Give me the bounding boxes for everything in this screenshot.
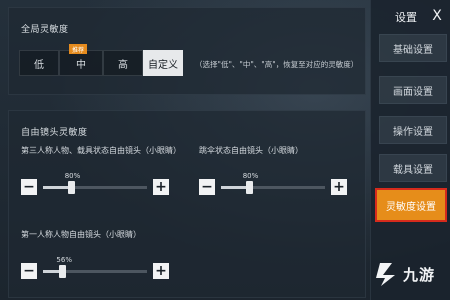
first-person-value: 56% <box>56 256 72 264</box>
sidebar-item-sensitivity-settings[interactable]: 灵敏度设置 <box>375 188 447 222</box>
parachute-slider-thumb[interactable] <box>245 181 253 194</box>
third-person-free-camera-label: 第三人称人物、载具状态自由镜头（小眼睛） <box>21 146 181 155</box>
free-camera-title: 自由镜头灵敏度 <box>21 128 88 138</box>
first-person-slider-track[interactable]: 56% <box>43 256 147 278</box>
third-person-slider-track[interactable]: 80% <box>43 172 147 194</box>
parachute-minus-button[interactable]: − <box>199 179 215 195</box>
preset-custom-button[interactable]: 自定义 <box>143 50 183 76</box>
preset-high-button[interactable]: 高 <box>103 50 143 76</box>
parachute-slider-track[interactable]: 80% <box>221 172 325 194</box>
preset-medium-button[interactable]: 推荐 中 <box>59 44 103 76</box>
first-person-minus-button[interactable]: − <box>21 263 37 279</box>
first-person-slider-thumb[interactable] <box>59 265 67 278</box>
sidebar-item-basic-settings[interactable]: 基础设置 <box>379 34 447 62</box>
watermark: 九游 <box>371 256 435 292</box>
close-button[interactable]: X <box>427 6 447 26</box>
preset-medium-label: 中 <box>76 59 86 71</box>
sidebar-item-graphics-settings[interactable]: 画面设置 <box>379 76 447 104</box>
sensitivity-preset-group: 低 推荐 中 高 自定义 <box>19 44 183 76</box>
settings-title: 设置 <box>395 11 417 24</box>
global-sensitivity-title: 全局灵敏度 <box>21 25 69 35</box>
sidebar-item-vehicle-settings[interactable]: 载具设置 <box>379 154 447 182</box>
third-person-minus-button[interactable]: − <box>21 179 37 195</box>
global-sensitivity-panel: 全局灵敏度 低 推荐 中 高 自定义 （选择"低"、"中"、"高"，恢复至对应的… <box>8 7 366 95</box>
parachute-value: 80% <box>242 172 259 180</box>
third-person-free-camera-slider: − 80% + <box>21 172 171 197</box>
free-camera-panel: 自由镜头灵敏度 第三人称人物、载具状态自由镜头（小眼睛） − 80% + 跳伞状… <box>8 110 366 298</box>
preset-high-label: 高 <box>118 59 128 71</box>
settings-sidebar: 设置 X 基础设置 画面设置 操作设置 载具设置 灵敏度设置 <box>370 0 450 300</box>
sidebar-item-controls-settings[interactable]: 操作设置 <box>379 116 447 144</box>
first-person-free-camera-label: 第一人称人物自由镜头（小眼睛） <box>21 230 141 239</box>
third-person-slider-fill <box>43 186 71 189</box>
third-person-slider-thumb[interactable] <box>67 181 75 194</box>
preset-low-button[interactable]: 低 <box>19 50 59 76</box>
third-person-value: 80% <box>64 172 81 180</box>
first-person-plus-button[interactable]: + <box>153 263 169 279</box>
jiuyou-logo-icon <box>376 263 395 286</box>
third-person-plus-button[interactable]: + <box>153 179 169 195</box>
recommended-tag: 推荐 <box>69 44 87 54</box>
game-settings-screen: 全局灵敏度 低 推荐 中 高 自定义 （选择"低"、"中"、"高"，恢复至对应的… <box>0 0 450 300</box>
parachute-slider-fill <box>221 186 249 189</box>
parachute-free-camera-slider: − 80% + <box>199 172 349 197</box>
preset-custom-label: 自定义 <box>148 59 178 71</box>
parachute-free-camera-label: 跳伞状态自由镜头（小眼睛） <box>199 146 303 155</box>
preset-low-label: 低 <box>34 59 44 71</box>
parachute-plus-button[interactable]: + <box>331 179 347 195</box>
first-person-free-camera-slider: − 56% + <box>21 256 171 281</box>
preset-note: （选择"低"、"中"、"高"，恢复至对应的灵敏度） <box>195 60 359 69</box>
watermark-text: 九游 <box>403 265 436 284</box>
